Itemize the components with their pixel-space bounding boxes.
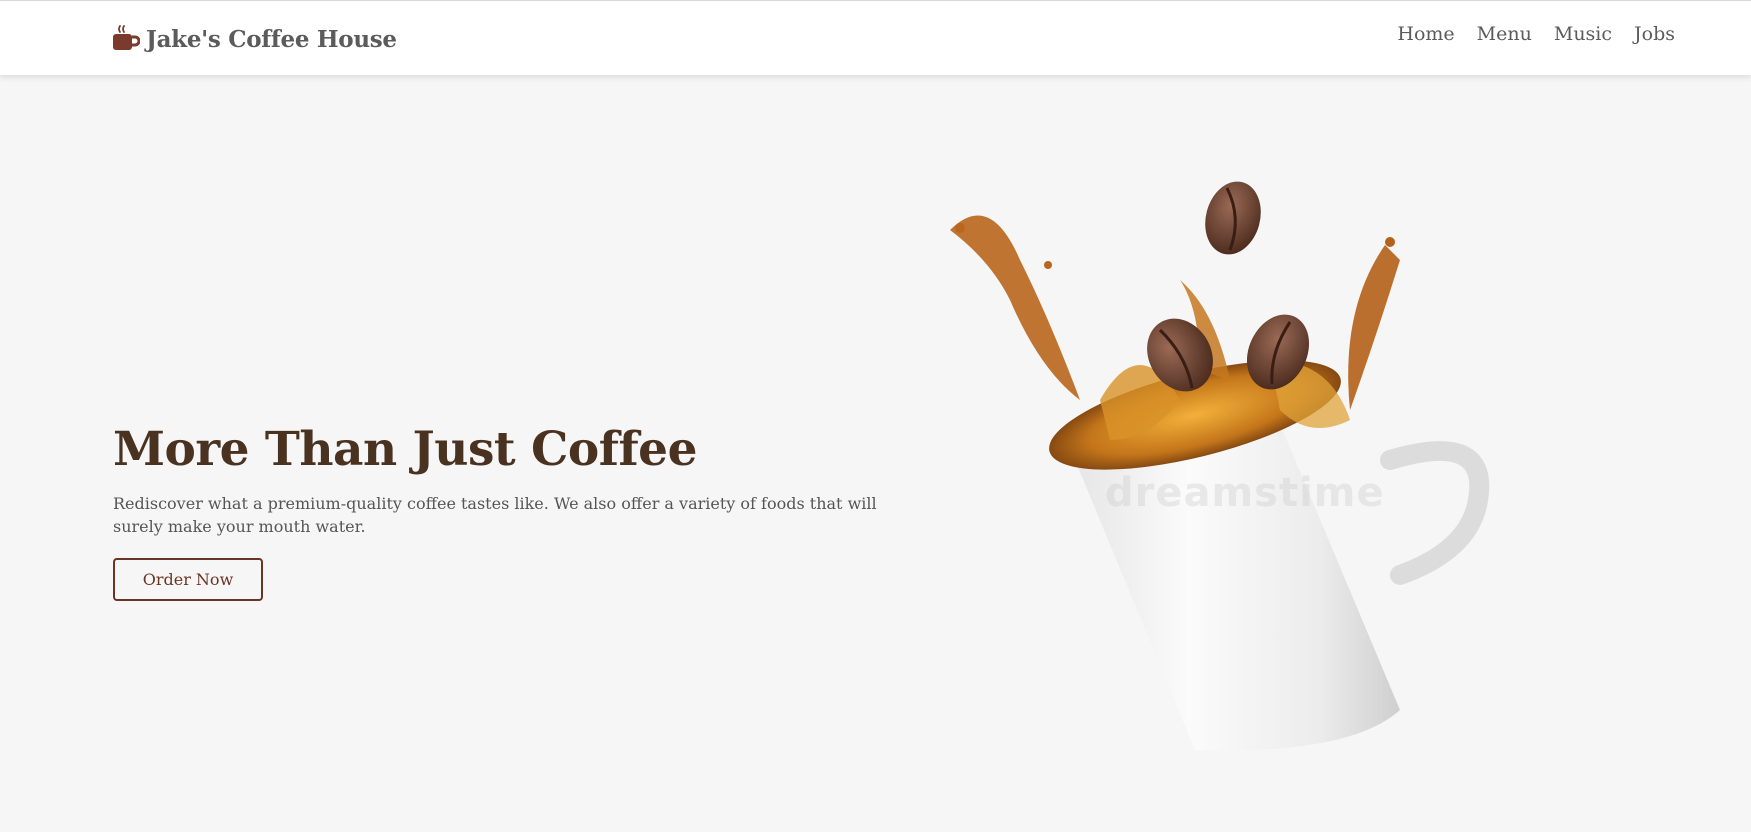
brand-name: Jake's Coffee House bbox=[146, 25, 397, 53]
brand-link[interactable]: Jake's Coffee House bbox=[112, 21, 397, 57]
nav-music-link[interactable]: Music bbox=[1554, 23, 1612, 45]
hero-text: More Than Just Coffee Rediscover what a … bbox=[113, 420, 893, 601]
hero-subtitle: Rediscover what a premium-quality coffee… bbox=[113, 494, 877, 536]
nav-jobs-link[interactable]: Jobs bbox=[1634, 23, 1675, 45]
nav-menu-link[interactable]: Menu bbox=[1477, 23, 1532, 45]
nav-menu: Home Menu Music Jobs bbox=[1397, 23, 1675, 45]
coffee-splash-image bbox=[930, 170, 1490, 760]
coffee-cup-icon bbox=[113, 25, 140, 50]
navbar: Jake's Coffee House Home Menu Music Jobs bbox=[0, 0, 1751, 75]
coffee-cup-splash-illustration bbox=[950, 181, 1490, 751]
order-now-button[interactable]: Order Now bbox=[113, 558, 263, 601]
nav-home-link[interactable]: Home bbox=[1397, 23, 1454, 45]
hero-title: More Than Just Coffee bbox=[113, 422, 697, 477]
